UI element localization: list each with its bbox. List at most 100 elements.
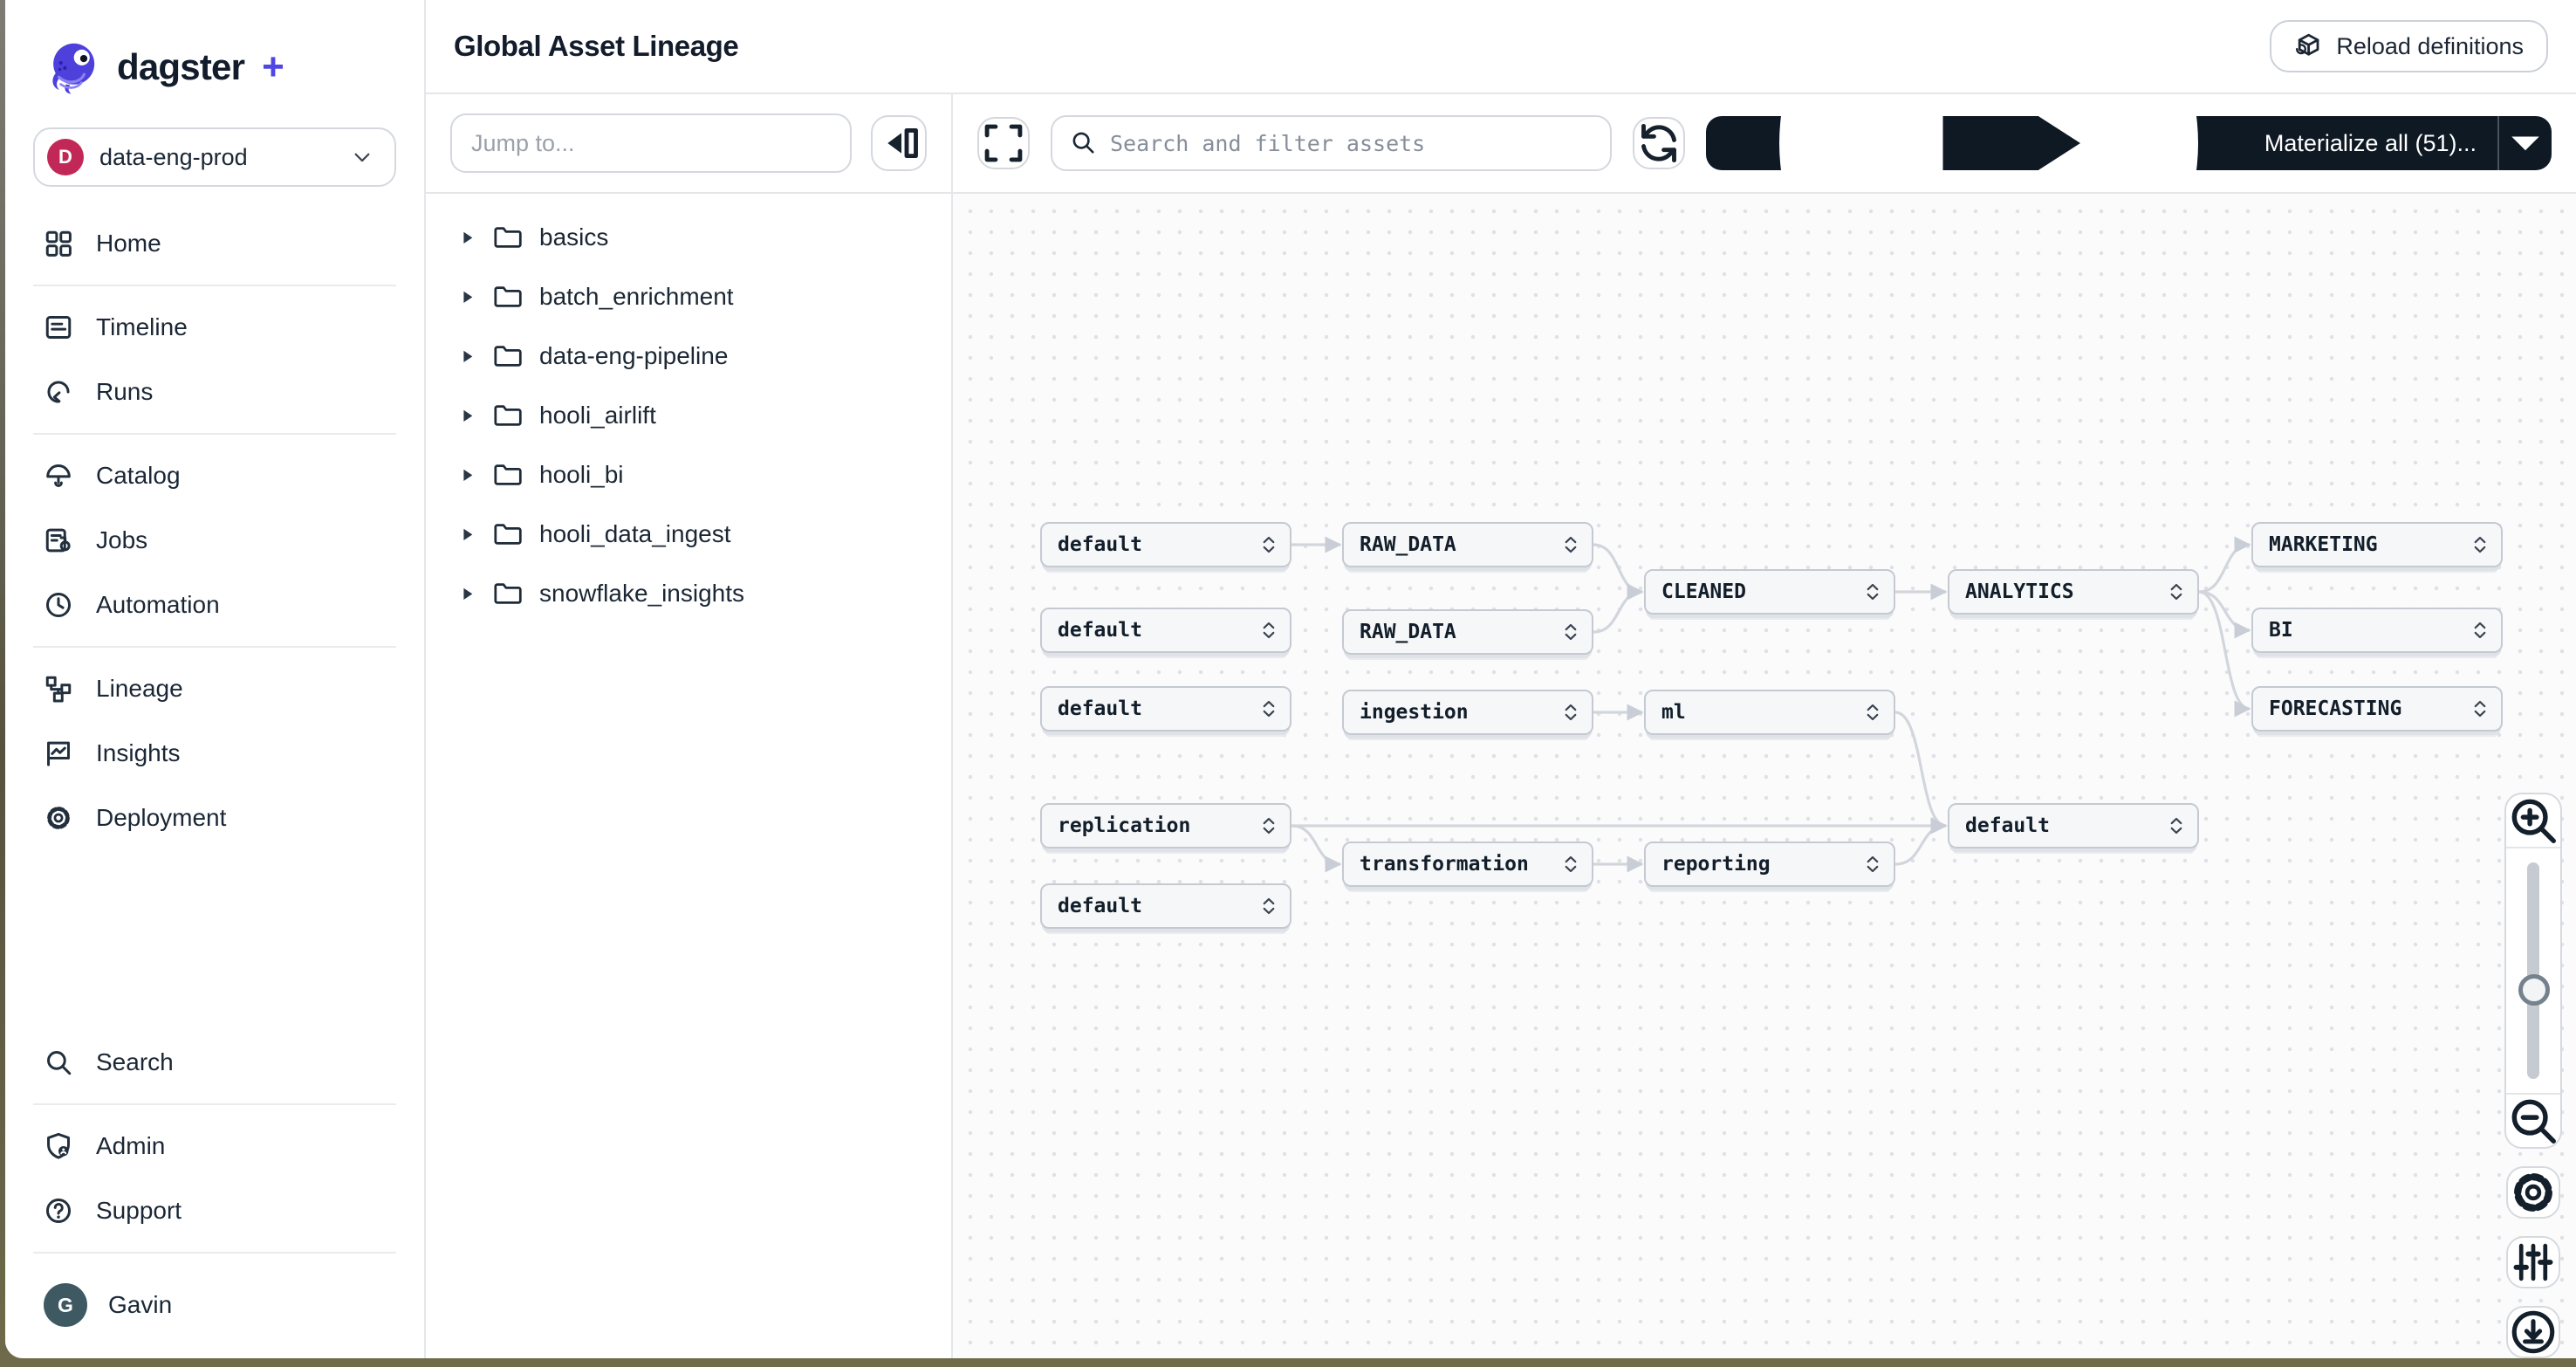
panel-collapse-icon [873, 117, 925, 169]
deployment-icon [44, 803, 73, 833]
materialize-all-label: Materialize all (51)... [2264, 130, 2477, 157]
asset-group-node-forecasting[interactable]: FORECASTING [2251, 686, 2503, 732]
asset-group-node-transformation[interactable]: transformation [1342, 841, 1593, 887]
user-menu[interactable]: G Gavin [5, 1269, 424, 1355]
sidebar-item-runs[interactable]: Runs [5, 360, 424, 424]
asset-group-node-raw-data-1[interactable]: RAW_DATA [1342, 522, 1593, 567]
sidebar-item-home[interactable]: Home [5, 211, 424, 276]
unfold-icon[interactable] [2168, 815, 2185, 836]
unfold-icon[interactable] [2168, 581, 2185, 602]
asset-group-node-marketing[interactable]: MARKETING [2251, 522, 2503, 567]
user-name: Gavin [108, 1291, 172, 1319]
unfold-icon[interactable] [1260, 896, 1278, 917]
asset-group-node-ml[interactable]: ml [1644, 690, 1895, 735]
unfold-icon[interactable] [1864, 854, 1881, 875]
asset-group-node-replication[interactable]: replication [1040, 803, 1291, 848]
materialize-all-button[interactable]: Materialize all (51)... [1706, 116, 2497, 170]
node-label: default [1058, 619, 1142, 642]
unfold-icon[interactable] [1864, 702, 1881, 723]
unfold-icon[interactable] [1260, 620, 1278, 641]
unfold-icon[interactable] [1864, 581, 1881, 602]
node-label: FORECASTING [2269, 697, 2401, 720]
sidebar-item-support[interactable]: Support [5, 1178, 424, 1243]
zoom-slider-knob[interactable] [2518, 974, 2550, 1006]
lineage-edge-raw-data-1-to-cleaned [1593, 545, 1642, 592]
tree-folder-label: hooli_airlift [539, 402, 656, 429]
folder-icon [492, 519, 522, 549]
tree-folder-batch_enrichment[interactable]: batch_enrichment [426, 267, 951, 326]
fullscreen-button[interactable] [977, 117, 1030, 169]
refresh-button[interactable] [1633, 117, 1685, 169]
dagster-logo[interactable]: dagster + [5, 0, 424, 120]
tree-folder-basics[interactable]: basics [426, 208, 951, 267]
asset-group-node-bi[interactable]: BI [2251, 608, 2503, 653]
asset-group-node-default-5[interactable]: default [1040, 883, 1291, 929]
brand-name: dagster [117, 46, 244, 88]
reload-definitions-button[interactable]: Reload definitions [2270, 20, 2548, 72]
zoom-in-button[interactable] [2506, 794, 2560, 848]
jump-to-input[interactable] [450, 113, 852, 173]
admin-icon [44, 1131, 73, 1161]
asset-group-node-default-4[interactable]: default [1948, 803, 2199, 848]
graph-settings-button[interactable] [2506, 1166, 2560, 1219]
node-label: default [1058, 697, 1142, 720]
graph-filters-button[interactable] [2506, 1236, 2560, 1288]
lineage-edge-reporting-to-default-4 [1895, 826, 1946, 864]
desktop-background: dagster + D data-eng-prod Home TimelineRu… [0, 0, 2576, 1367]
asset-group-node-default-2[interactable]: default [1040, 608, 1291, 653]
sidebar-item-jobs[interactable]: Jobs [5, 508, 424, 573]
filters-icon [2508, 1237, 2559, 1288]
zoom-out-button[interactable] [2506, 1093, 2560, 1147]
asset-group-node-default-1[interactable]: default [1040, 522, 1291, 567]
sidebar-item-timeline[interactable]: Timeline [5, 295, 424, 360]
asset-group-node-cleaned[interactable]: CLEANED [1644, 569, 1895, 615]
sidebar-item-automation[interactable]: Automation [5, 573, 424, 637]
page-header: Global Asset Lineage Reload definitions [426, 0, 2576, 94]
unfold-icon[interactable] [1260, 698, 1278, 719]
asset-group-node-default-3[interactable]: default [1040, 686, 1291, 732]
app-window: dagster + D data-eng-prod Home TimelineRu… [5, 0, 2576, 1358]
divider [33, 1252, 396, 1254]
unfold-icon[interactable] [1260, 534, 1278, 555]
unfold-icon[interactable] [1562, 854, 1579, 875]
graph-controls [2504, 793, 2562, 1358]
dagster-logo-icon [44, 38, 101, 96]
page-title: Global Asset Lineage [454, 30, 738, 63]
sidebar-item-deployment[interactable]: Deployment [5, 786, 424, 850]
unfold-icon[interactable] [1562, 622, 1579, 642]
unfold-icon[interactable] [1562, 702, 1579, 723]
brand-plus: + [262, 45, 284, 89]
node-label: default [1058, 533, 1142, 556]
tree-folder-hooli_bi[interactable]: hooli_bi [426, 445, 951, 505]
sidebar-item-search[interactable]: Search [5, 1030, 424, 1095]
asset-group-node-ingestion[interactable]: ingestion [1342, 690, 1593, 735]
unfold-icon[interactable] [1562, 534, 1579, 555]
lineage-edge-analytics-to-marketing [2199, 545, 2250, 592]
materialize-options-button[interactable] [2497, 116, 2552, 170]
caret-right-icon [459, 586, 475, 601]
unfold-icon[interactable] [2471, 534, 2489, 555]
asset-group-node-analytics[interactable]: ANALYTICS [1948, 569, 2199, 615]
zoom-slider[interactable] [2506, 848, 2560, 1093]
asset-search-input[interactable] [1051, 115, 1612, 171]
deployment-switcher[interactable]: D data-eng-prod [33, 127, 396, 187]
unfold-icon[interactable] [2471, 620, 2489, 641]
sidebar-item-insights[interactable]: Insights [5, 721, 424, 786]
zoom-slider-track[interactable] [2527, 862, 2539, 1079]
asset-group-node-raw-data-2[interactable]: RAW_DATA [1342, 609, 1593, 655]
lineage-canvas[interactable]: default RAW_DATA CLEANED ANALYTICS MARKETING… [953, 194, 2576, 1358]
tree-folder-snowflake_insights[interactable]: snowflake_insights [426, 564, 951, 623]
sidebar-item-lineage[interactable]: Lineage [5, 656, 424, 721]
asset-group-node-reporting[interactable]: reporting [1644, 841, 1895, 887]
unfold-icon[interactable] [2471, 698, 2489, 719]
sidebar-item-admin[interactable]: Admin [5, 1114, 424, 1178]
collapse-panel-button[interactable] [871, 115, 927, 171]
unfold-icon[interactable] [1260, 815, 1278, 836]
reload-cube-icon [2294, 32, 2322, 60]
node-label: replication [1058, 814, 1190, 837]
tree-folder-data-eng-pipeline[interactable]: data-eng-pipeline [426, 326, 951, 386]
tree-folder-hooli_airlift[interactable]: hooli_airlift [426, 386, 951, 445]
sidebar-item-catalog[interactable]: Catalog [5, 443, 424, 508]
download-image-button[interactable] [2506, 1306, 2560, 1358]
tree-folder-hooli_data_ingest[interactable]: hooli_data_ingest [426, 505, 951, 564]
